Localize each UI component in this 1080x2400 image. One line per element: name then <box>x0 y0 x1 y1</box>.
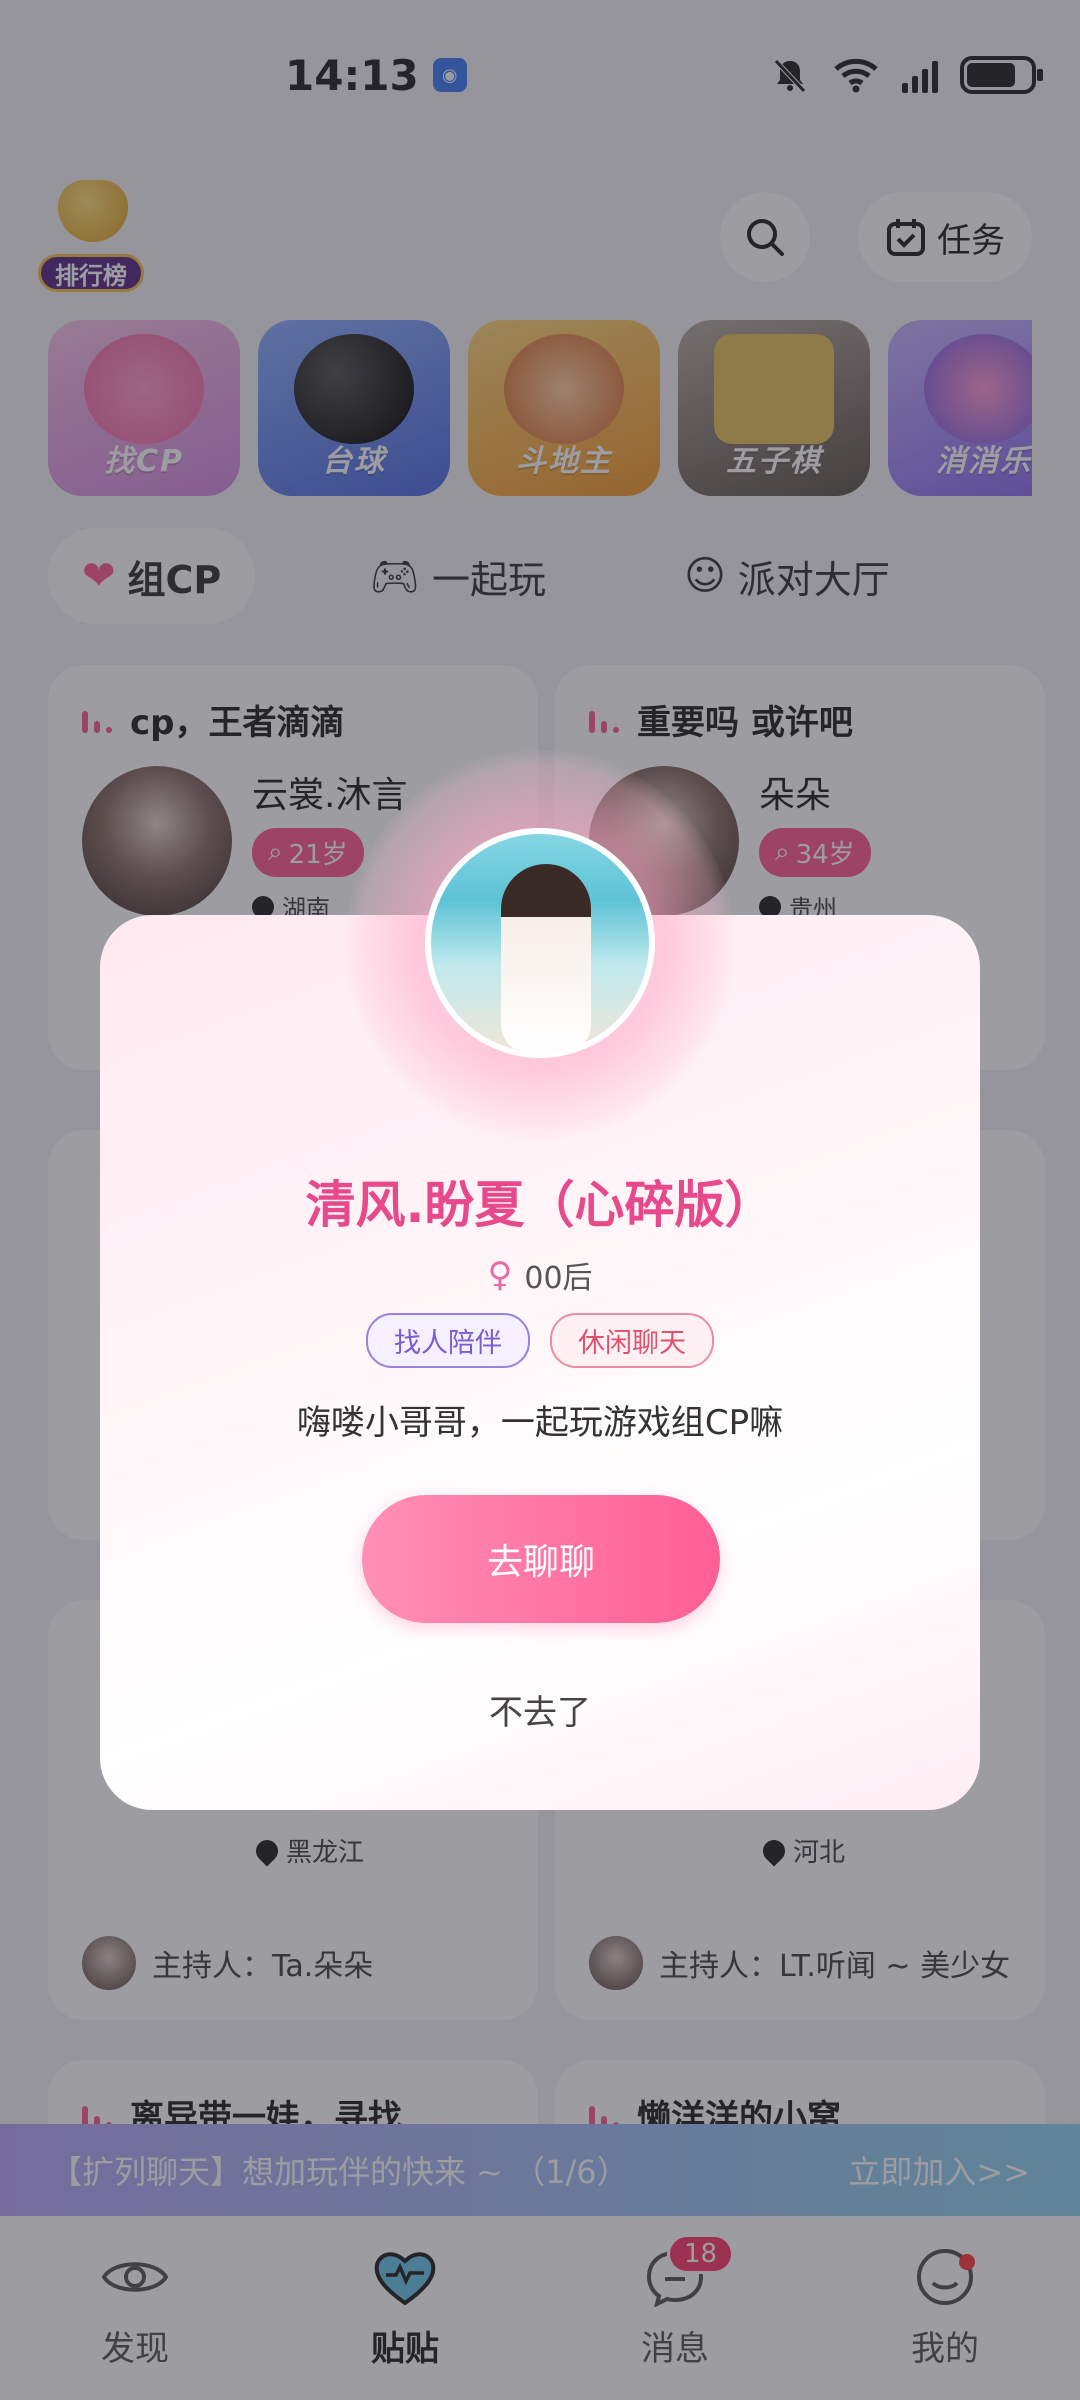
popup-gender-age: ♀ 00后 <box>100 1253 980 1297</box>
tag: 休闲聊天 <box>550 1313 714 1368</box>
go-chat-button[interactable]: 去聊聊 <box>362 1495 720 1623</box>
female-icon: ♀ <box>487 1255 513 1295</box>
popup-user-name: 清风.盼夏（心碎版） <box>305 1176 775 1234</box>
popup-tags: 找人陪伴 休闲聊天 <box>100 1313 980 1368</box>
generation-label: 00后 <box>524 1261 593 1296</box>
popup-bio: 嗨喽小哥哥，一起玩游戏组CP嘛 <box>296 1403 784 1443</box>
tag: 找人陪伴 <box>366 1313 530 1368</box>
decline-button[interactable]: 不去了 <box>100 1685 980 1734</box>
popup-avatar <box>425 828 655 1058</box>
